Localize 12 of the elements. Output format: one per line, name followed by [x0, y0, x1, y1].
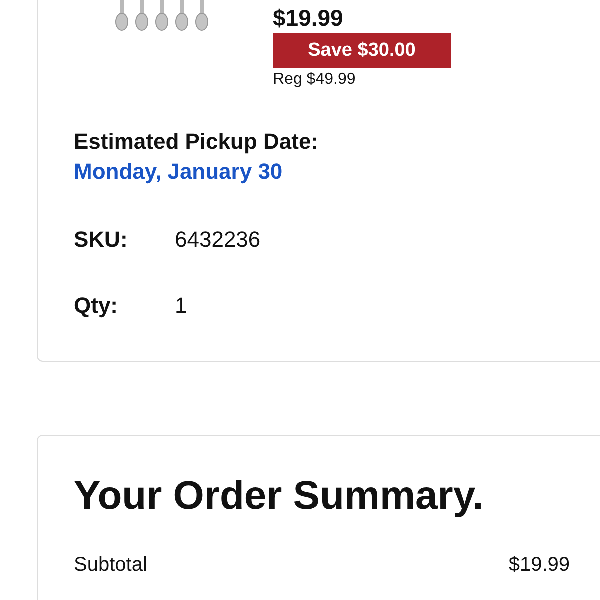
summary-value: $19.99 [508, 554, 570, 577]
pickup-date: Monday, January 30 [74, 158, 284, 186]
regular-price: Reg $49.99 [273, 71, 357, 89]
savings-badge: Save $30.00 [273, 33, 451, 68]
pickup-label: Estimated Pickup Date: [74, 128, 320, 156]
detail-value: 6432236 [175, 226, 261, 254]
detail-label: SKU: [74, 226, 129, 254]
detail-value: 1 [175, 292, 188, 320]
sale-price: $19.99 [273, 5, 344, 31]
detail-label: Qty: [74, 292, 119, 320]
summary-title: Your Order Summary. [74, 473, 485, 520]
summary-label: Subtotal [74, 554, 148, 577]
